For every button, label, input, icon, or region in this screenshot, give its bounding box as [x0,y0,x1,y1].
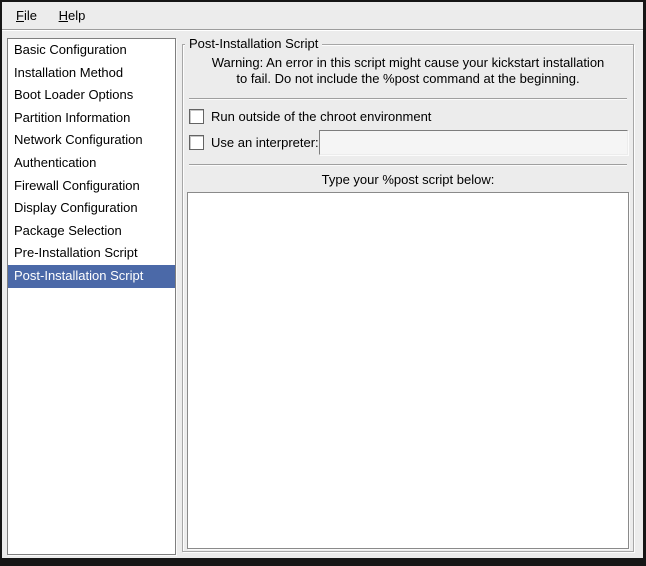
chroot-checkbox-label: Run outside of the chroot environment [211,109,431,124]
warning-line-2: to fail. Do not include the %post comman… [183,71,633,87]
menu-help[interactable]: Help [50,2,95,24]
warning-text: Warning: An error in this script might c… [183,55,633,87]
separator [189,164,627,166]
sidebar-item-post-installation-script[interactable]: Post-Installation Script [8,265,175,288]
interpreter-checkbox[interactable] [189,135,204,150]
separator [189,98,627,100]
interpreter-checkbox-row[interactable]: Use an interpreter: [189,133,319,151]
app-window: File Help Basic Configuration Installati… [0,0,646,566]
sidebar-item-package-selection[interactable]: Package Selection [8,220,175,243]
sidebar-item-authentication[interactable]: Authentication [8,152,175,175]
menu-file[interactable]: File [7,2,46,24]
interpreter-checkbox-label: Use an interpreter: [211,135,319,150]
menubar: File Help [2,2,643,30]
chroot-checkbox[interactable] [189,109,204,124]
post-installation-frame: Post-Installation Script Warning: An err… [182,44,634,552]
interpreter-input[interactable] [319,130,628,155]
sidebar-list: Basic Configuration Installation Method … [7,38,176,555]
sidebar-item-pre-installation-script[interactable]: Pre-Installation Script [8,242,175,265]
warning-line-1: Warning: An error in this script might c… [183,55,633,71]
sidebar-item-display-configuration[interactable]: Display Configuration [8,197,175,220]
sidebar-item-network-configuration[interactable]: Network Configuration [8,129,175,152]
chroot-checkbox-row[interactable]: Run outside of the chroot environment [189,107,431,125]
sidebar-item-installation-method[interactable]: Installation Method [8,62,175,85]
sidebar-item-basic-configuration[interactable]: Basic Configuration [8,39,175,62]
sidebar-item-partition-information[interactable]: Partition Information [8,107,175,130]
post-script-label: Type your %post script below: [183,172,633,187]
post-script-textarea[interactable] [187,192,629,549]
frame-title: Post-Installation Script [185,36,322,51]
sidebar-item-boot-loader-options[interactable]: Boot Loader Options [8,84,175,107]
sidebar-item-firewall-configuration[interactable]: Firewall Configuration [8,175,175,198]
